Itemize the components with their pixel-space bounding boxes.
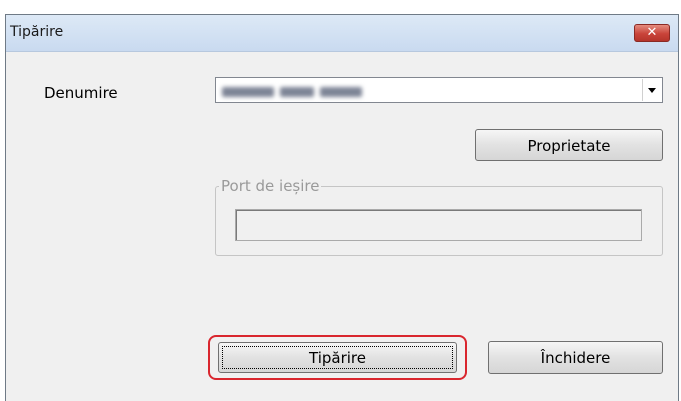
close-button[interactable]: Închidere — [488, 341, 663, 374]
properties-button[interactable]: Proprietate — [475, 129, 663, 161]
output-port-group: Port de ieșire — [215, 177, 663, 256]
chevron-down-icon[interactable] — [642, 79, 661, 101]
output-port-field — [235, 209, 642, 241]
print-dialog: Tipărire ✕ Denumire Proprietate Port de … — [5, 14, 679, 401]
close-window-button[interactable]: ✕ — [634, 24, 670, 42]
close-icon: ✕ — [646, 25, 658, 40]
focus-rectangle — [222, 346, 453, 369]
output-port-label: Port de ieșire — [219, 177, 322, 195]
print-button-highlight: Tipărire — [208, 335, 467, 380]
window-title: Tipărire — [10, 24, 64, 40]
printer-name-value-blurred — [222, 82, 382, 98]
printer-name-dropdown[interactable] — [215, 77, 663, 103]
printer-name-label: Denumire — [44, 84, 118, 102]
title-bar[interactable]: Tipărire ✕ — [6, 15, 678, 52]
print-button[interactable]: Tipărire — [218, 342, 457, 373]
